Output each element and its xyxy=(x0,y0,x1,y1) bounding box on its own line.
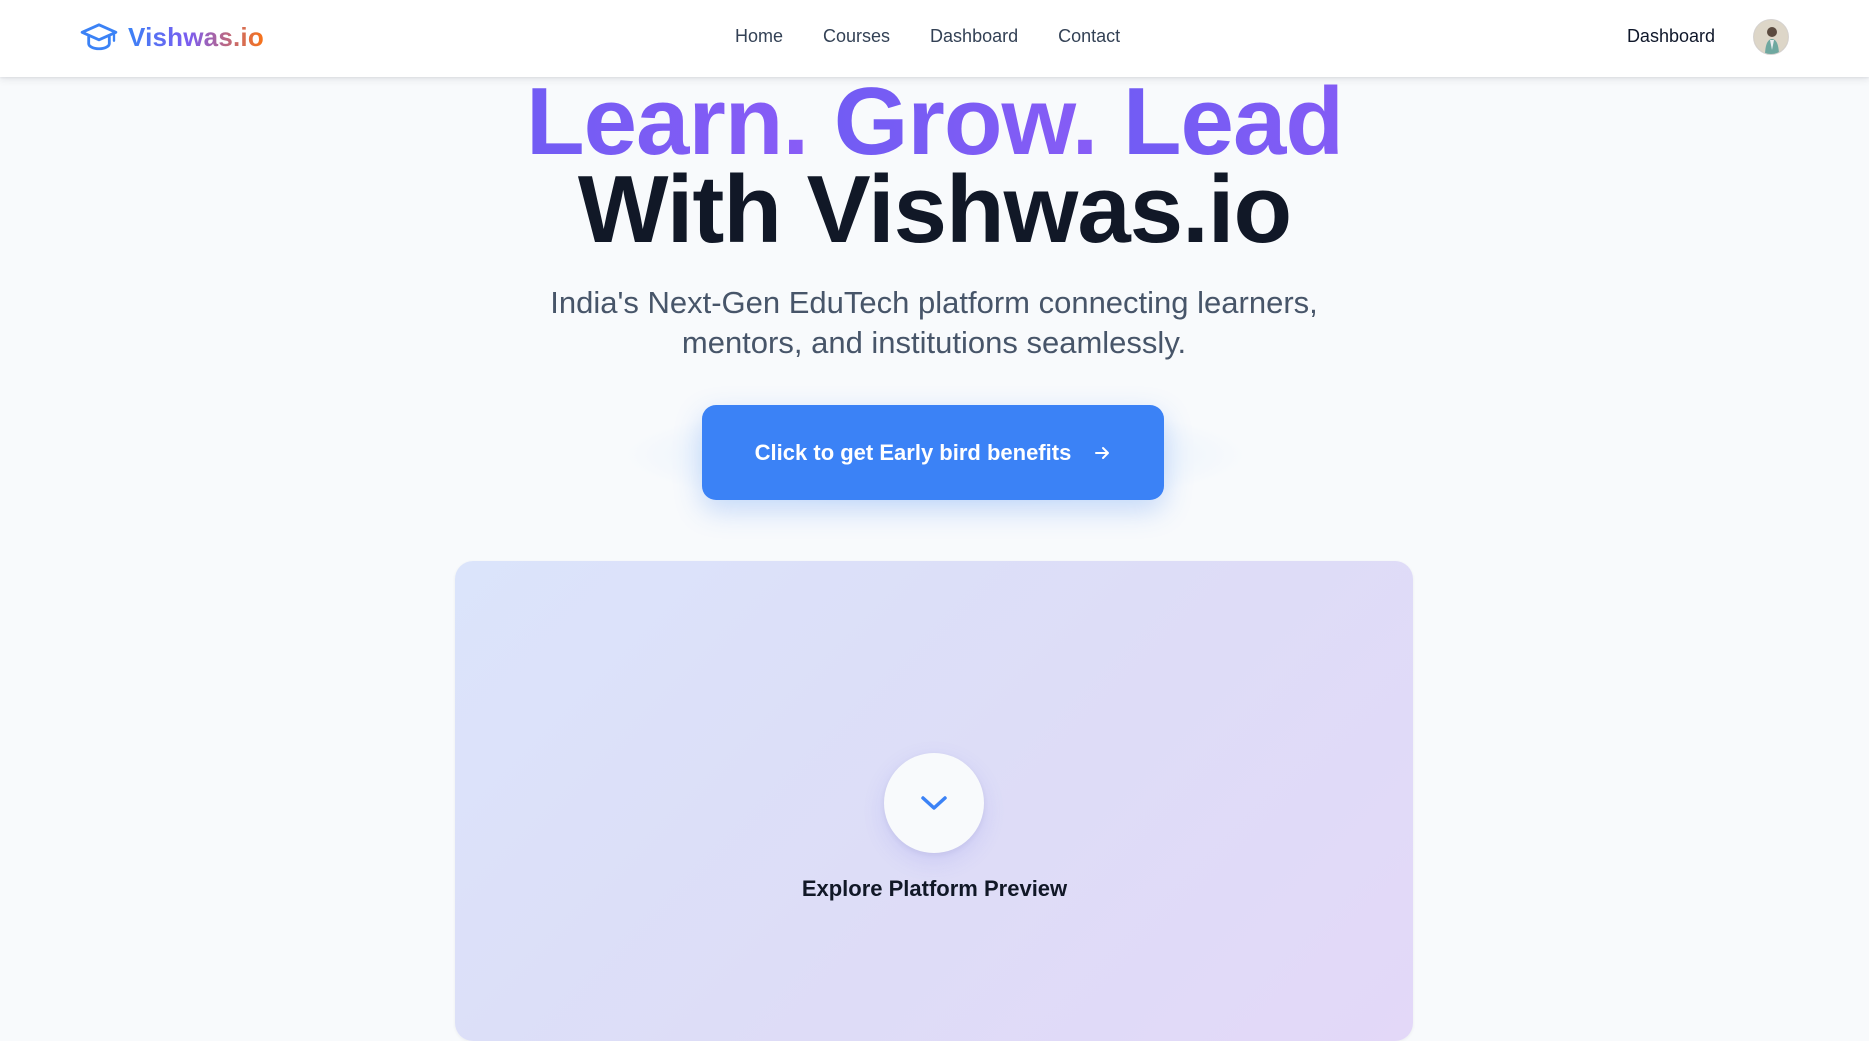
nav-link-courses[interactable]: Courses xyxy=(823,26,890,47)
brand-logo-link[interactable]: Vishwas.io xyxy=(80,20,264,54)
graduation-cap-icon xyxy=(80,23,118,51)
nav-right: Dashboard xyxy=(1627,0,1789,73)
chevron-down-icon xyxy=(921,796,947,810)
explore-preview-label: Explore Platform Preview xyxy=(801,876,1068,901)
hero-subtitle-line-1: India's Next-Gen EduTech platform connec… xyxy=(550,285,1318,320)
cta-label: Click to get Early bird benefits xyxy=(754,439,1072,465)
nav-link-contact[interactable]: Contact xyxy=(1058,26,1120,47)
nav-link-home[interactable]: Home xyxy=(735,26,783,47)
nav-link-dashboard[interactable]: Dashboard xyxy=(930,26,1018,47)
hero-subtitle-line-2: mentors, and institutions seamlessly. xyxy=(681,325,1187,360)
early-bird-cta-button[interactable]: Click to get Early bird benefits xyxy=(702,405,1164,500)
hero-headline: With Vishwas.io xyxy=(577,156,1292,263)
arrow-right-icon xyxy=(1095,446,1110,459)
brand-name: Vishwas.io xyxy=(128,21,264,52)
dashboard-button[interactable]: Dashboard xyxy=(1627,26,1715,47)
hero-subtitle: India's Next-Gen EduTech platform connec… xyxy=(484,283,1384,363)
user-avatar-icon xyxy=(1754,19,1788,54)
user-avatar[interactable] xyxy=(1753,18,1789,55)
top-navbar: Vishwas.io Home Courses Dashboard Contac… xyxy=(0,0,1869,77)
explore-preview-button[interactable] xyxy=(884,753,984,853)
nav-links: Home Courses Dashboard Contact xyxy=(735,0,1120,73)
